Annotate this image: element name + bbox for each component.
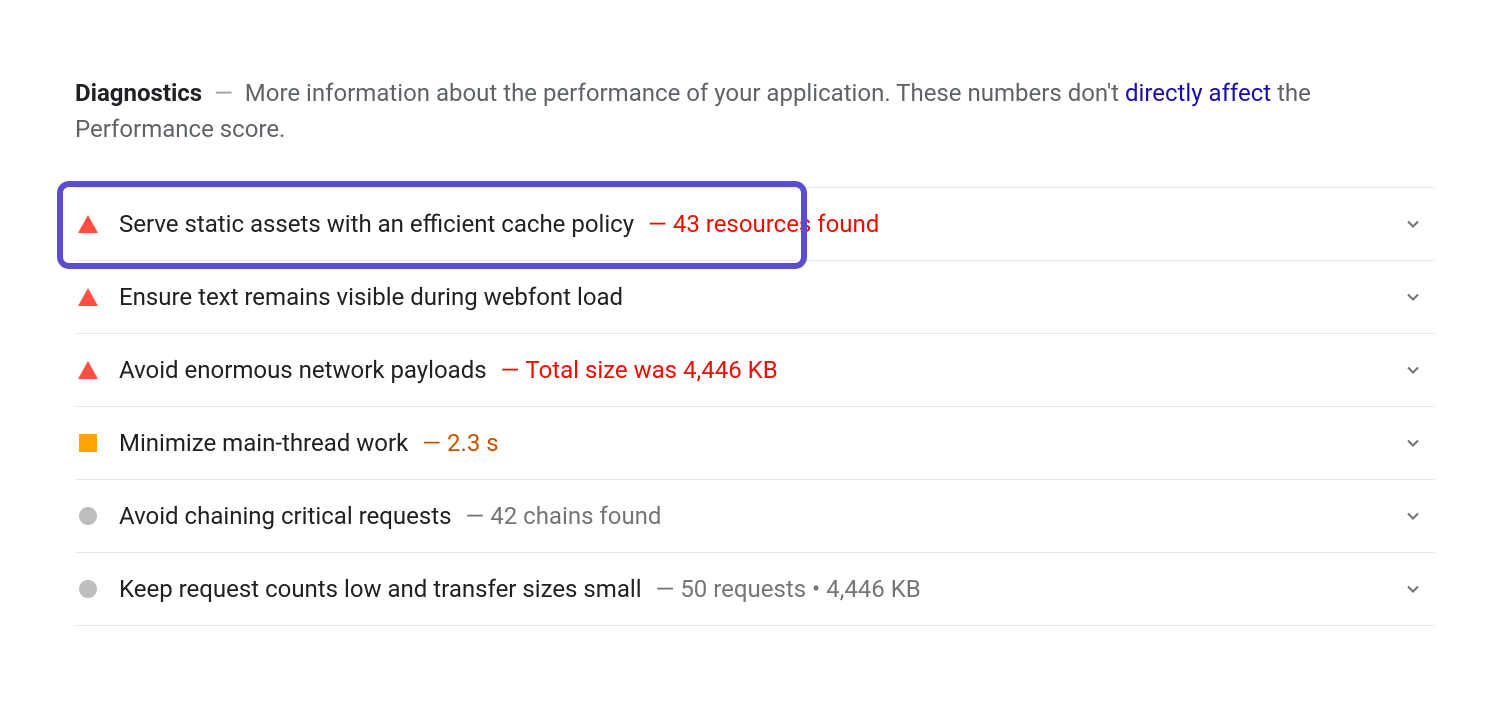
chevron-down-icon[interactable]: [1399, 283, 1427, 311]
audit-row[interactable]: Avoid enormous network payloads —Total s…: [75, 334, 1435, 407]
square-orange-icon: [77, 432, 99, 454]
audit-title: Keep request counts low and transfer siz…: [119, 575, 642, 603]
chevron-down-icon[interactable]: [1399, 575, 1427, 603]
circle-gray-icon: [77, 578, 99, 600]
audit-title: Minimize main-thread work: [119, 429, 408, 457]
triangle-red-icon: [77, 213, 99, 235]
audit-detail: —Total size was 4,446 KB: [501, 356, 778, 384]
circle-gray-icon: [77, 505, 99, 527]
header-description-1: More information about the performance o…: [245, 79, 1125, 107]
diagnostics-header: Diagnostics — More information about the…: [75, 75, 1435, 147]
detail-text: 43 resources found: [673, 210, 879, 238]
detail-text: 42 chains found: [490, 502, 661, 530]
section-title: Diagnostics: [75, 79, 202, 107]
audit-row[interactable]: Avoid chaining critical requests —42 cha…: [75, 480, 1435, 553]
chevron-down-icon[interactable]: [1399, 429, 1427, 457]
audit-title: Serve static assets with an efficient ca…: [119, 210, 634, 238]
detail-dash: —: [656, 575, 675, 603]
detail-text: 50 requests • 4,446 KB: [680, 575, 920, 603]
triangle-red-icon: [77, 359, 99, 381]
chevron-down-icon[interactable]: [1399, 210, 1427, 238]
audit-list: Serve static assets with an efficient ca…: [75, 187, 1435, 626]
audit-detail: —50 requests • 4,446 KB: [656, 575, 921, 603]
detail-dash: —: [648, 210, 667, 238]
audit-row[interactable]: Keep request counts low and transfer siz…: [75, 553, 1435, 626]
audit-title: Avoid enormous network payloads: [119, 356, 487, 384]
detail-text: 2.3 s: [447, 429, 499, 457]
audit-row[interactable]: Serve static assets with an efficient ca…: [75, 188, 1435, 261]
triangle-red-icon: [77, 286, 99, 308]
audit-title: Avoid chaining critical requests: [119, 502, 451, 530]
audit-detail: —2.3 s: [422, 429, 498, 457]
detail-dash: —: [501, 356, 520, 384]
detail-dash: —: [422, 429, 441, 457]
directly-affect-link[interactable]: directly affect: [1125, 79, 1271, 107]
chevron-down-icon[interactable]: [1399, 356, 1427, 384]
detail-text: Total size was 4,446 KB: [525, 356, 777, 384]
header-dash: —: [214, 79, 233, 107]
audit-detail: —42 chains found: [465, 502, 661, 530]
chevron-down-icon[interactable]: [1399, 502, 1427, 530]
audit-detail: —43 resources found: [648, 210, 879, 238]
detail-dash: —: [465, 502, 484, 530]
audit-row[interactable]: Ensure text remains visible during webfo…: [75, 261, 1435, 334]
audit-row[interactable]: Minimize main-thread work —2.3 s: [75, 407, 1435, 480]
audit-title: Ensure text remains visible during webfo…: [119, 283, 623, 311]
